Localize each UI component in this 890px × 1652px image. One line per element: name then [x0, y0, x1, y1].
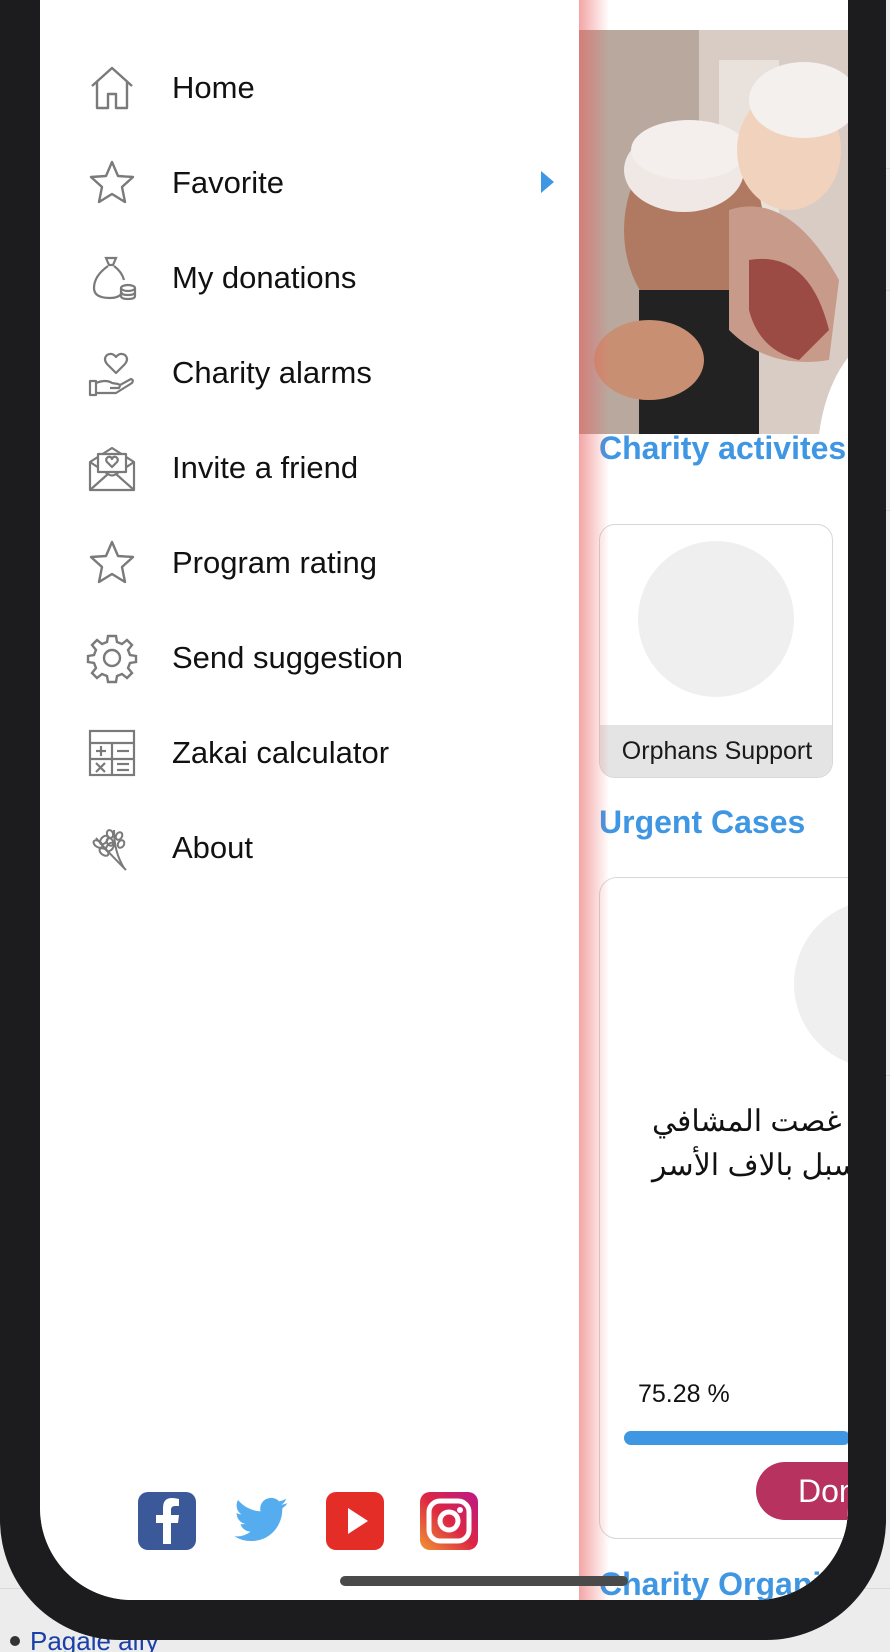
star-icon — [84, 155, 140, 211]
urgent-description: غصت المشافي سبل بالاف الأسر — [652, 1100, 848, 1188]
menu-item-zakai-calculator[interactable]: Zakai calculator — [84, 713, 554, 793]
menu-item-program-rating[interactable]: Program rating — [84, 523, 554, 603]
menu-item-label: About — [172, 830, 254, 865]
menu-item-label: Zakai calculator — [172, 735, 390, 770]
envelope-icon — [84, 440, 140, 496]
activity-image-placeholder — [638, 541, 794, 697]
hand-heart-icon — [84, 345, 140, 401]
menu-item-about[interactable]: About — [84, 808, 554, 888]
star-icon — [84, 535, 140, 591]
calculator-icon — [84, 725, 140, 781]
urgent-image-placeholder — [794, 900, 848, 1068]
menu-item-invite-a-friend[interactable]: Invite a friend — [84, 428, 554, 508]
progress-fill — [624, 1431, 848, 1445]
wheat-icon — [84, 820, 140, 876]
progress-percent: 75.28 % — [638, 1380, 730, 1408]
list-bullet — [10, 1636, 20, 1646]
facebook-icon[interactable] — [138, 1492, 196, 1550]
menu-item-favorite[interactable]: Favorite — [84, 143, 554, 223]
drawer-shadow — [579, 0, 609, 1600]
instagram-icon[interactable] — [420, 1492, 478, 1550]
urgent-description-line: سبل بالاف الأسر — [652, 1149, 848, 1182]
activity-card[interactable]: Orphans Support — [599, 524, 833, 778]
urgent-description-line: غصت المشافي — [652, 1105, 842, 1138]
activity-label: Orphans Support — [600, 725, 832, 777]
section-title-activities: Charity activites — [599, 430, 847, 466]
menu-item-home[interactable]: Home — [84, 48, 554, 128]
urgent-case-card[interactable]: غصت المشافي سبل بالاف الأسر 75.28 % Don — [599, 877, 848, 1539]
menu-item-label: Favorite — [172, 165, 284, 200]
menu-item-label: My donations — [172, 260, 357, 295]
gear-icon — [84, 630, 140, 686]
phone-screen: Charity activites Orphans Support Urgent… — [40, 0, 848, 1600]
hero-image — [579, 30, 848, 434]
social-links — [138, 1492, 478, 1550]
side-drawer: Home Favorite My donations Charity alarms In… — [40, 0, 579, 1600]
menu-item-charity-alarms[interactable]: Charity alarms — [84, 333, 554, 413]
menu-item-label: Home — [172, 70, 255, 105]
donate-button[interactable]: Don — [756, 1462, 848, 1520]
twitter-icon[interactable] — [232, 1492, 290, 1550]
main-app-content: Charity activites Orphans Support Urgent… — [579, 0, 848, 1600]
progress-bar — [624, 1431, 848, 1445]
phone-frame: Charity activites Orphans Support Urgent… — [0, 0, 886, 1640]
menu-item-label: Invite a friend — [172, 450, 359, 485]
section-title-urgent: Urgent Cases — [599, 804, 806, 840]
section-title-organizations: Charity Organi — [599, 1566, 822, 1600]
home-icon — [84, 60, 140, 116]
menu-item-label: Program rating — [172, 545, 378, 580]
youtube-icon[interactable] — [326, 1492, 384, 1550]
menu-item-label: Send suggestion — [172, 640, 403, 675]
menu-item-label: Charity alarms — [172, 355, 372, 390]
expand-arrow-icon[interactable] — [541, 171, 554, 193]
menu-item-my-donations[interactable]: My donations — [84, 238, 554, 318]
menu-item-send-suggestion[interactable]: Send suggestion — [84, 618, 554, 698]
home-indicator — [340, 1576, 628, 1586]
money-bag-icon — [84, 250, 140, 306]
